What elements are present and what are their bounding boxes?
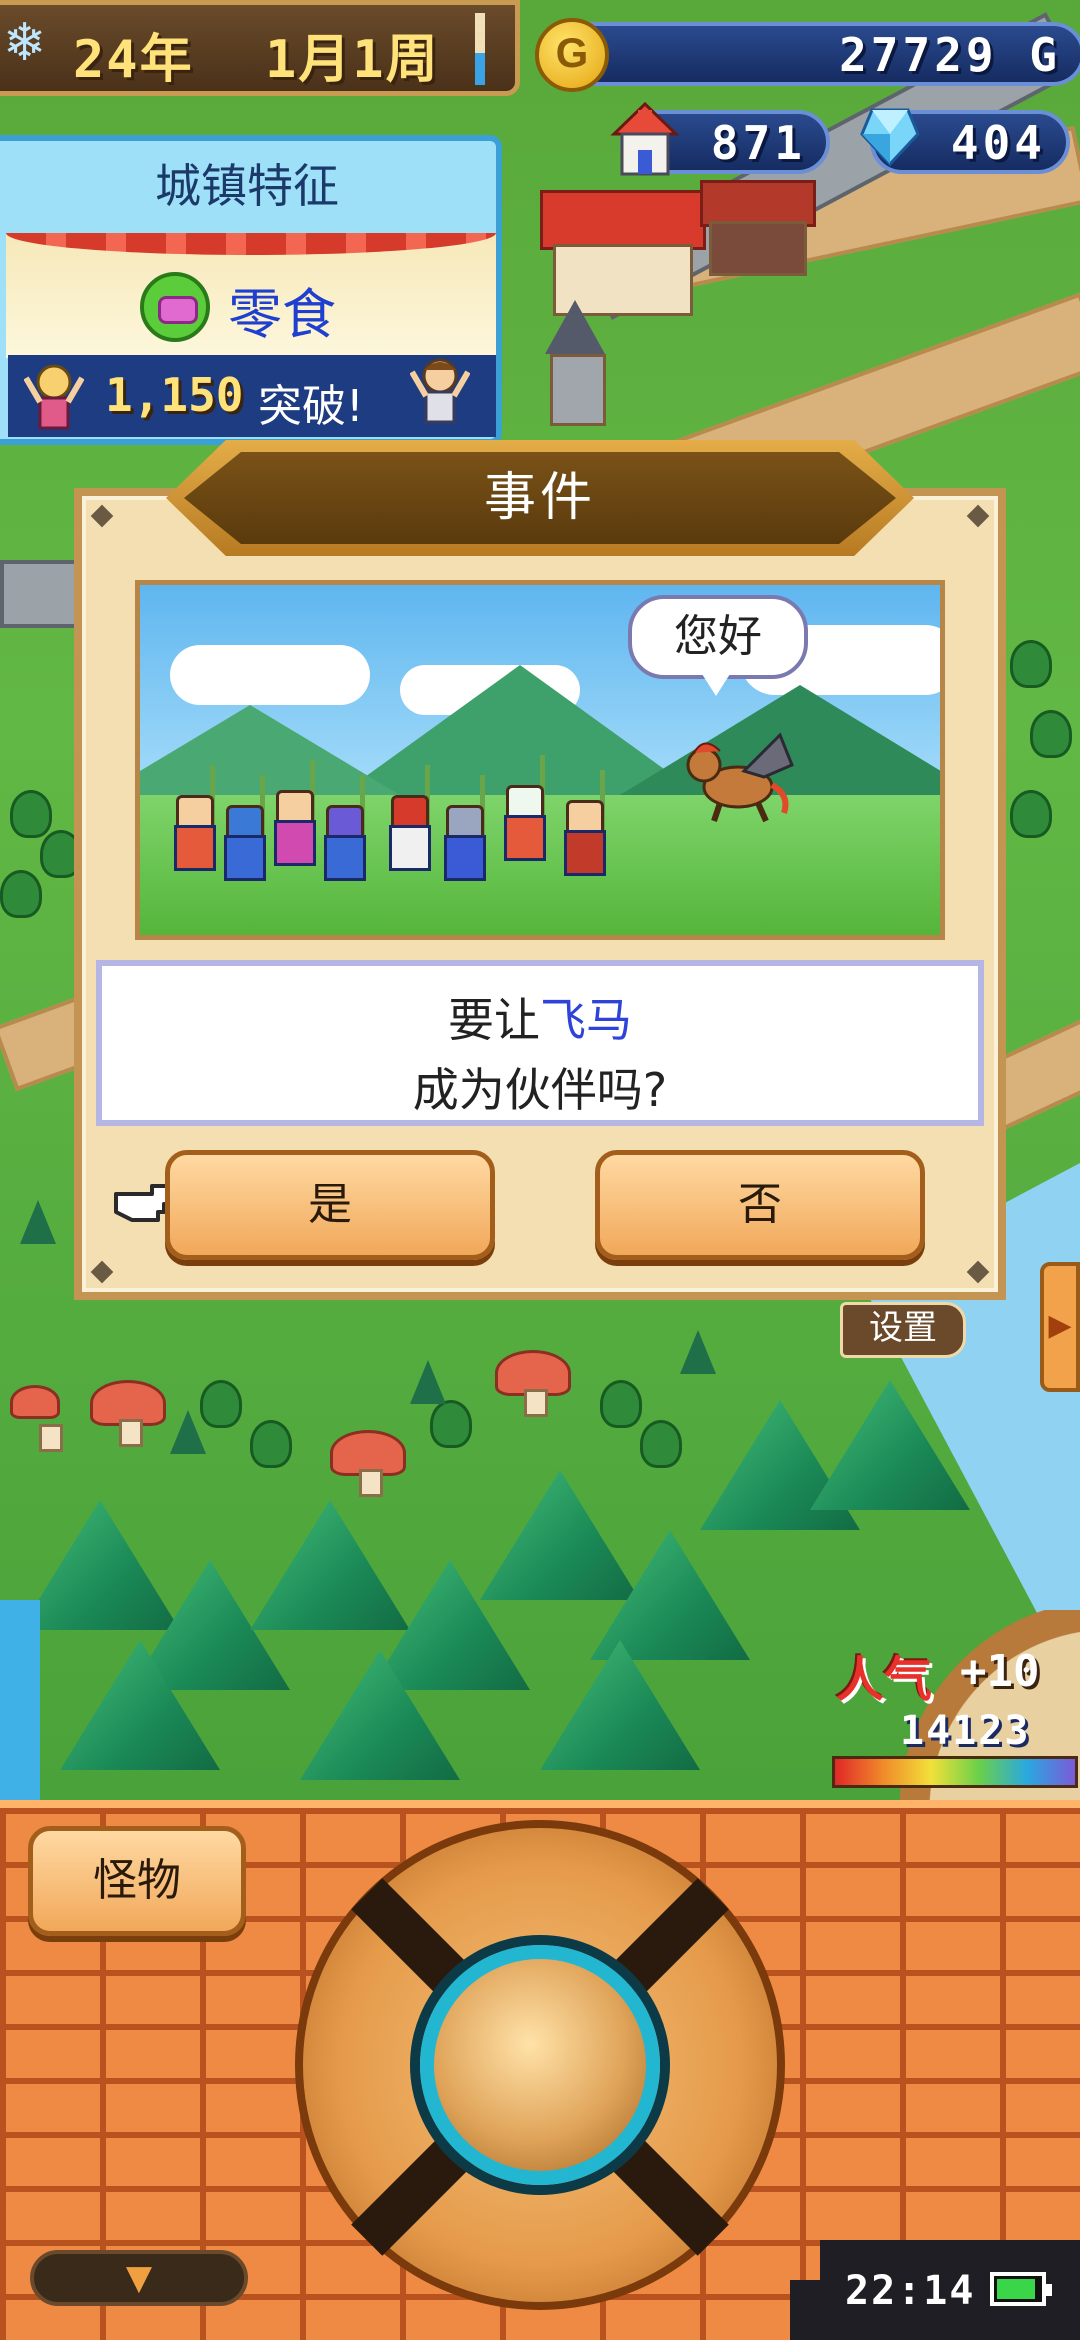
pine-tree xyxy=(20,1200,56,1244)
rivet xyxy=(966,1260,990,1284)
mountain xyxy=(340,665,700,795)
mushroom xyxy=(10,1385,63,1452)
gold-unit: G xyxy=(1029,28,1061,82)
event-title: 事件 xyxy=(483,468,596,528)
tree xyxy=(250,1420,292,1468)
house-icon xyxy=(610,100,680,178)
crystal-value: 404 xyxy=(950,116,1046,170)
year-label: 24年 xyxy=(73,30,194,90)
party-member xyxy=(385,765,431,875)
pine-tree xyxy=(680,1330,716,1374)
creature-name: 飞马 xyxy=(540,993,632,1047)
party-member xyxy=(170,765,216,875)
season-progress xyxy=(475,13,485,85)
hill xyxy=(700,1400,860,1530)
yes-button[interactable]: 是 xyxy=(165,1150,495,1260)
cheering-boy-icon xyxy=(409,352,471,432)
party-member xyxy=(220,775,266,885)
pine-tree xyxy=(170,1410,206,1454)
barn-walls xyxy=(708,220,808,276)
popularity-delta: +10 xyxy=(960,1646,1040,1697)
event-illustration xyxy=(135,580,945,940)
gold-amount: 27729 G xyxy=(839,28,1061,82)
party-member xyxy=(500,755,546,865)
break-label: 突破! xyxy=(258,381,364,432)
tree xyxy=(0,870,42,918)
monster-button[interactable]: 怪物 xyxy=(28,1826,246,1936)
population-value: 871 xyxy=(710,116,806,170)
rivet xyxy=(90,504,114,528)
tower[interactable] xyxy=(545,300,607,426)
party-member xyxy=(560,770,606,880)
party-member xyxy=(440,775,486,885)
tower-roof xyxy=(545,300,605,354)
tree xyxy=(1010,640,1052,688)
speech-bubble: 您好 xyxy=(628,595,808,679)
party-member xyxy=(270,760,316,870)
mushroom xyxy=(495,1350,571,1417)
tree xyxy=(640,1420,682,1468)
hill xyxy=(20,1500,180,1630)
chevron-right-icon: ▶ xyxy=(1048,1308,1072,1343)
candy-icon xyxy=(140,272,210,342)
popularity-bar xyxy=(832,1756,1078,1788)
month-week-label: 1月1周 xyxy=(265,30,440,90)
rivet xyxy=(90,1260,114,1284)
cloud xyxy=(170,645,370,705)
river xyxy=(0,1600,40,1800)
rivet xyxy=(966,504,990,528)
question-line-2: 成为伙伴吗? xyxy=(412,1063,668,1117)
snowflake-icon: ❄ xyxy=(3,13,47,73)
side-panel-toggle[interactable]: ▶ xyxy=(1040,1262,1080,1392)
no-button[interactable]: 否 xyxy=(595,1150,925,1260)
tree xyxy=(1010,790,1052,838)
barn[interactable] xyxy=(700,180,816,276)
pine-tree xyxy=(410,1360,446,1404)
hill xyxy=(250,1500,410,1630)
collapse-tab[interactable]: ▼ xyxy=(30,2250,248,2306)
tree xyxy=(600,1380,642,1428)
event-question: 要让飞马 成为伙伴吗? xyxy=(96,960,984,1126)
mushroom xyxy=(330,1430,406,1497)
tree xyxy=(200,1380,242,1428)
party-member xyxy=(320,775,366,885)
battery-icon xyxy=(990,2272,1052,2306)
question-line-1: 要让飞马 xyxy=(102,984,978,1050)
tree xyxy=(1030,710,1072,758)
hill xyxy=(480,1470,640,1600)
cheering-girl-icon xyxy=(23,358,85,438)
gold-counter: 27729 G xyxy=(545,22,1080,86)
chevron-down-icon: ▼ xyxy=(125,2258,153,2298)
mushroom xyxy=(90,1380,166,1447)
settings-button[interactable]: 设置 xyxy=(840,1302,966,1358)
gold-coin-icon: G xyxy=(535,18,609,92)
break-number: 1,150 xyxy=(105,368,244,422)
speech-bubble-tail xyxy=(702,674,730,696)
question-prefix: 要让 xyxy=(448,993,540,1047)
tower-walls xyxy=(549,354,607,426)
clock-time: 22:14 xyxy=(845,2268,976,2314)
tree xyxy=(10,790,52,838)
date-bar: ❄ 24年 1月1周 xyxy=(0,0,520,96)
house[interactable] xyxy=(540,190,706,316)
town-feature-name: 零食 xyxy=(228,283,336,346)
popularity-value: 14123 xyxy=(900,1708,1031,1754)
house-roof xyxy=(540,190,706,250)
popularity-label: 人气 xyxy=(836,1652,933,1708)
crystal-icon xyxy=(858,104,922,168)
tree xyxy=(430,1400,472,1448)
menu-dial-center-button[interactable] xyxy=(420,1945,660,2185)
town-feature-title: 城镇特征 xyxy=(155,159,339,213)
pegasus-icon xyxy=(680,725,800,825)
